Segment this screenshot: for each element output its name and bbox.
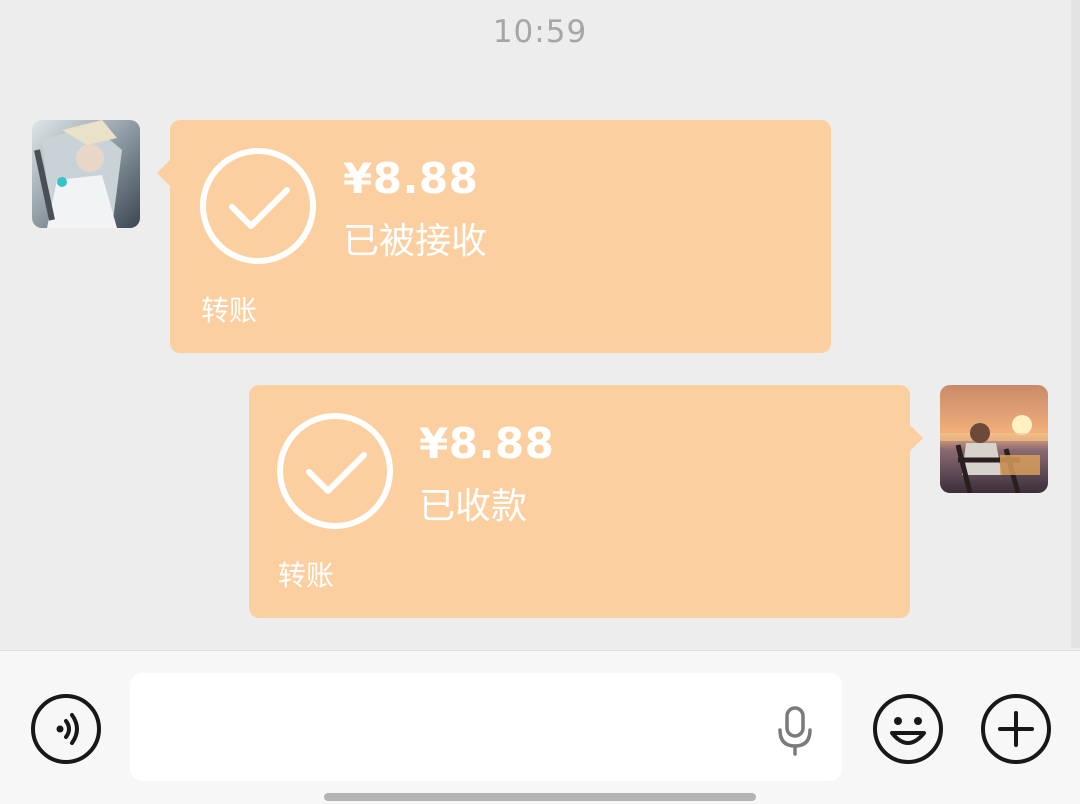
- transfer-bubble-collected[interactable]: ¥8.88 已收款 转账: [249, 385, 923, 618]
- voice-icon[interactable]: [30, 693, 102, 765]
- transfer-bubble-received[interactable]: ¥8.88 已被接收 转账: [157, 120, 831, 353]
- check-circle-icon: [200, 148, 316, 264]
- transfer-amount: ¥8.88: [419, 419, 555, 468]
- chat-timestamp: 10:59: [492, 14, 588, 50]
- bubble-tail: [910, 425, 923, 451]
- check-circle-icon: [277, 413, 393, 529]
- bubble-tail: [157, 160, 170, 186]
- home-indicator: [324, 793, 756, 801]
- transfer-amount: ¥8.88: [343, 154, 479, 203]
- transfer-type-label: 转账: [201, 294, 258, 327]
- self-avatar[interactable]: [940, 385, 1048, 493]
- message-input[interactable]: [130, 673, 842, 781]
- transfer-status: 已被接收: [343, 221, 488, 262]
- contact-avatar[interactable]: [32, 120, 140, 228]
- microphone-icon[interactable]: [775, 706, 815, 756]
- input-bar: [0, 650, 1080, 804]
- scroll-indicator: [1071, 0, 1080, 648]
- emoji-icon[interactable]: [872, 693, 944, 765]
- plus-icon[interactable]: [980, 693, 1052, 765]
- transfer-type-label: 转账: [278, 559, 335, 592]
- transfer-status: 已收款: [419, 486, 528, 527]
